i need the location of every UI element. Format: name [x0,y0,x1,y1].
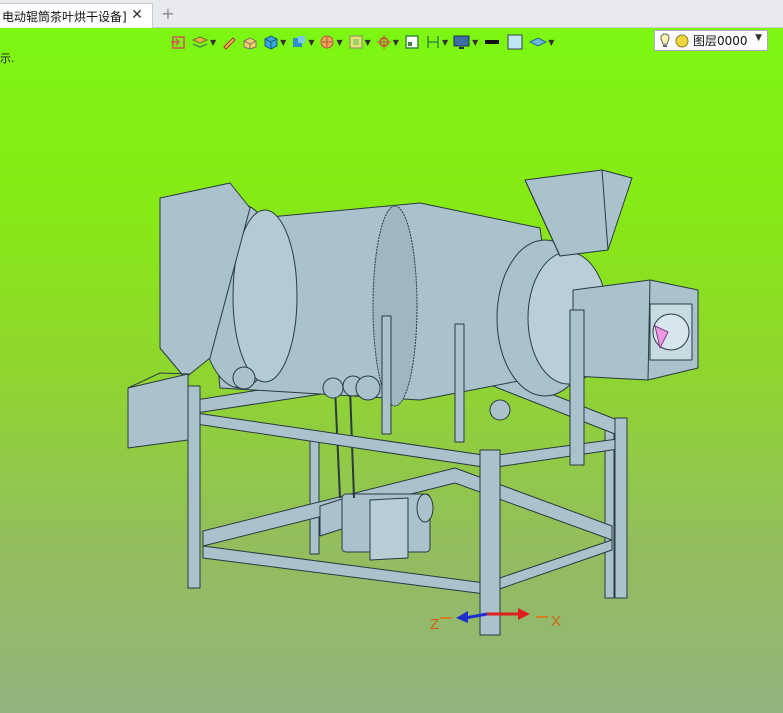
support-roller [489,399,511,421]
drum-gear-ring [372,205,418,407]
upper-frame-rail [195,412,626,469]
frame-leg [309,435,320,555]
tab-bar: 电动辊筒茶叶烘干设备] ✕ + [0,0,783,28]
motor-end-plate [369,497,409,561]
frame-upright [454,323,465,443]
x-axis-label: X [551,613,561,630]
document-tab[interactable]: 电动辊筒茶叶烘干设备] ✕ [0,3,153,28]
3d-viewport[interactable]: 示. ▼ ▼ ▼ ▼ ▼ ▼ ▼ ▼ ▼ 图层0000 ▼ X Z [0,28,783,713]
support-roller [322,377,344,399]
motor-fan-cover [416,493,434,523]
frame-upright [381,315,392,435]
drive-gear [355,375,381,401]
frame-upright [569,309,585,466]
z-axis-label: Z [430,616,439,633]
inlet-duct [127,373,189,449]
z-axis-arrow [456,611,468,623]
x-axis-arrow [518,608,530,620]
support-roller [232,366,256,390]
document-tab-title: 电动辊筒茶叶烘干设备] [2,9,127,24]
tea-dryer-model[interactable]: X Z [0,28,783,713]
frame-leg [479,449,501,636]
frame-leg [614,417,628,599]
frame-leg [187,385,201,589]
close-tab-icon[interactable]: ✕ [130,8,144,22]
add-tab-button[interactable]: + [160,6,176,22]
